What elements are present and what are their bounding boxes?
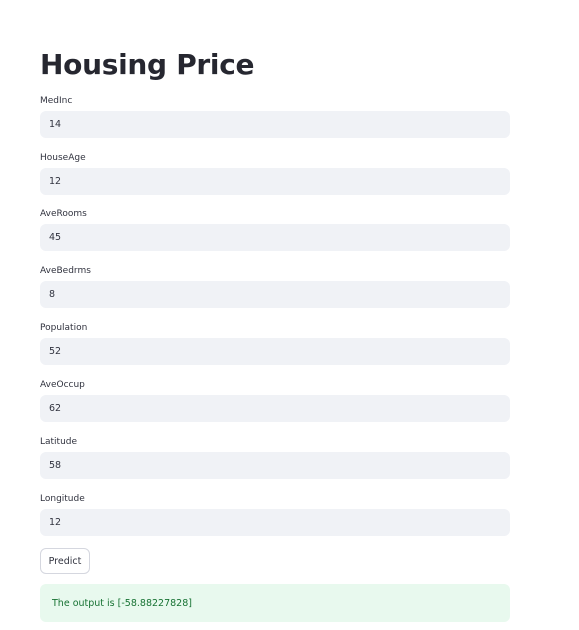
aveoccup-input[interactable] — [40, 395, 510, 422]
page-title: Housing Price — [40, 48, 255, 81]
aveoccup-label: AveOccup — [40, 380, 85, 390]
houseage-label: HouseAge — [40, 153, 86, 163]
houseage-input[interactable] — [40, 168, 510, 195]
result-text: The output is [-58.88227828] — [52, 597, 192, 609]
longitude-input[interactable] — [40, 509, 510, 536]
population-input[interactable] — [40, 338, 510, 365]
avebedrms-input[interactable] — [40, 281, 510, 308]
result-alert: The output is [-58.88227828] — [40, 584, 510, 622]
medinc-input[interactable] — [40, 111, 510, 138]
longitude-label: Longitude — [40, 494, 85, 504]
averooms-label: AveRooms — [40, 209, 87, 219]
predict-button[interactable]: Predict — [40, 548, 90, 574]
latitude-input[interactable] — [40, 452, 510, 479]
population-label: Population — [40, 323, 88, 333]
latitude-label: Latitude — [40, 437, 78, 447]
averooms-input[interactable] — [40, 224, 510, 251]
medinc-label: MedInc — [40, 96, 73, 106]
avebedrms-label: AveBedrms — [40, 266, 91, 276]
